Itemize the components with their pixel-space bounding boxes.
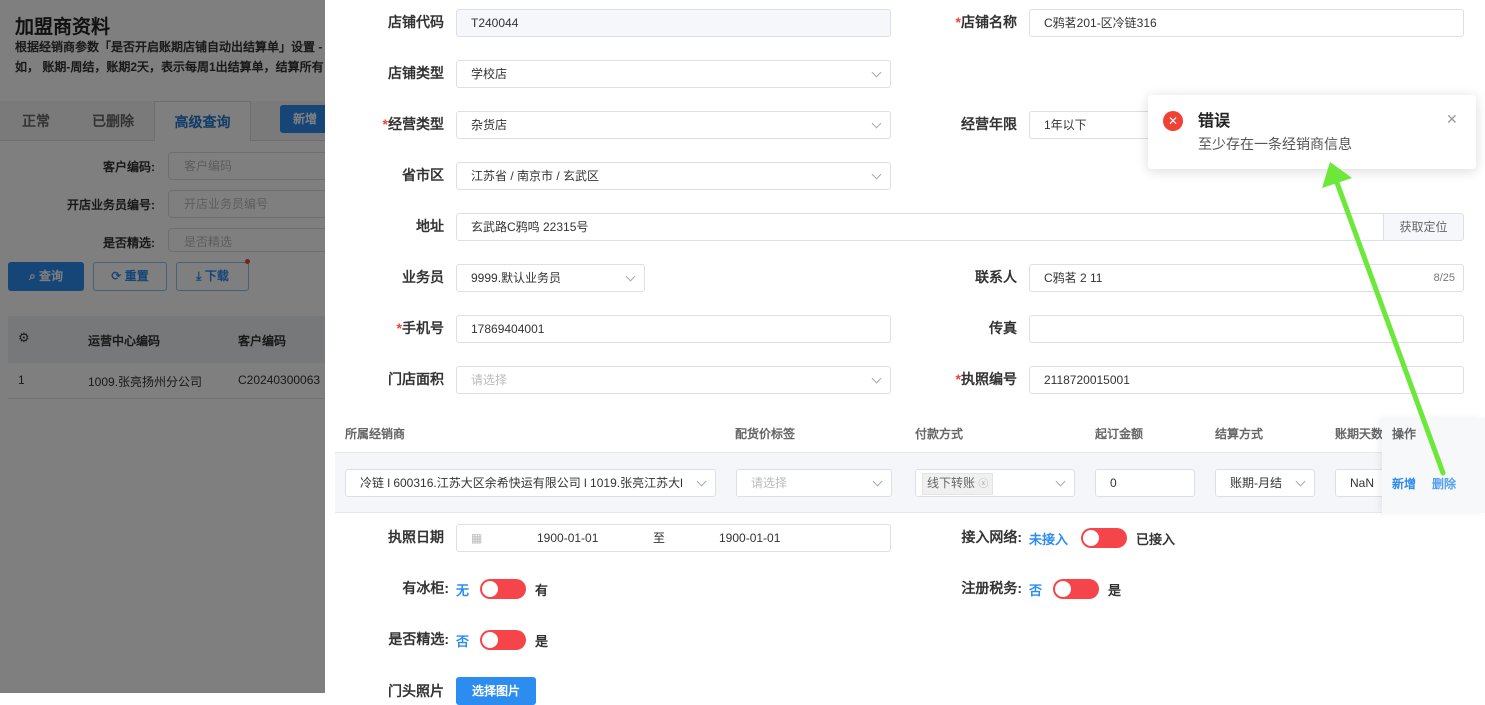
calendar-icon: ▦	[471, 531, 483, 545]
area-placeholder: 请选择	[471, 373, 508, 387]
network-label: 接入网络:	[961, 529, 1022, 545]
close-icon[interactable]: ✕	[1446, 111, 1458, 128]
salesman-value: 9999.默认业务员	[471, 271, 562, 285]
price-tag-placeholder: 请选择	[751, 476, 788, 490]
tax-label: 注册税务:	[961, 580, 1022, 596]
salesman-select[interactable]: 9999.默认业务员	[456, 264, 645, 292]
region-cascader[interactable]: 江苏省 / 南京市 / 玄武区	[456, 162, 891, 190]
column-header: 配货价标签	[735, 427, 796, 441]
business-type-value: 杂货店	[471, 118, 508, 132]
tax-switch[interactable]	[1053, 579, 1099, 599]
fridge-label: 有冰柜:	[402, 580, 449, 596]
add-dealer-link[interactable]: 新增	[1392, 475, 1416, 492]
date-separator: 至	[653, 531, 666, 545]
dealer-row: 冷链 l 600316.江苏大区余希快运有限公司 l 1019.张亮江苏大l 请…	[335, 452, 1485, 513]
network-off-label: 未接入	[1029, 532, 1069, 547]
fax-label: 传真	[989, 320, 1017, 336]
store-code-input[interactable]: T240044	[456, 9, 891, 37]
salesman-label: 业务员	[402, 269, 444, 285]
fridge-switch[interactable]	[480, 579, 526, 599]
business-years-label: 经营年限	[961, 116, 1017, 132]
column-header: 所属经销商	[345, 427, 406, 441]
network-on-label: 已接入	[1136, 532, 1176, 547]
store-code-label: 店铺代码	[388, 14, 444, 30]
chevron-down-icon	[1295, 476, 1306, 487]
area-label: 门店面积	[388, 371, 444, 387]
address-label: 地址	[416, 218, 444, 234]
payment-tag: 线下转账 ⓧ	[922, 473, 994, 495]
settlement-select[interactable]: 账期-月结	[1215, 469, 1315, 497]
choose-image-button[interactable]: 选择图片	[456, 677, 536, 705]
phone-label: 手机号	[304, 314, 444, 342]
chevron-down-icon	[1055, 476, 1066, 487]
chevron-down-icon	[872, 476, 883, 487]
featured-label: 是否精选:	[388, 631, 449, 647]
price-tag-select[interactable]: 请选择	[736, 469, 892, 497]
tax-off-label: 否	[1029, 583, 1043, 598]
business-type-select[interactable]: 杂货店	[456, 111, 891, 139]
region-label: 省市区	[402, 167, 444, 183]
column-header: 付款方式	[915, 427, 964, 441]
error-icon: ✕	[1163, 111, 1183, 131]
fax-input[interactable]	[1029, 315, 1464, 343]
dealer-select[interactable]: 冷链 l 600316.江苏大区余希快运有限公司 l 1019.张亮江苏大l	[345, 469, 716, 497]
min-amount-input[interactable]: 0	[1095, 469, 1195, 497]
char-count: 8/25	[1433, 272, 1455, 284]
delete-dealer-link[interactable]: 删除	[1432, 475, 1456, 492]
modal-mask[interactable]	[0, 0, 330, 693]
fridge-on-label: 有	[535, 583, 549, 598]
contact-label: 联系人	[975, 269, 1017, 285]
chevron-down-icon	[696, 476, 707, 487]
fridge-off-label: 无	[456, 583, 470, 598]
column-header: 操作	[1392, 427, 1417, 441]
payment-tag-label: 线下转账	[927, 476, 976, 490]
address-input[interactable]: 玄武路C鸦鸣 22315号	[456, 213, 1384, 241]
photo-label: 门头照片	[388, 683, 444, 699]
column-header: 结算方式	[1215, 427, 1264, 441]
date-end: 1900-01-01	[719, 531, 781, 545]
error-notification: ✕ 错误 至少存在一条经销商信息 ✕	[1148, 95, 1476, 169]
license-no-label: 执照编号	[877, 365, 1017, 393]
dealer-value: 冷链 l 600316.江苏大区余希快运有限公司 l 1019.张亮江苏大l	[360, 476, 683, 490]
notification-title: 错误	[1198, 113, 1231, 130]
chevron-down-icon	[871, 169, 882, 180]
featured-off-label: 否	[456, 634, 470, 649]
column-header: 起订金额	[1095, 427, 1144, 441]
contact-value: C鸦茗 2 11	[1044, 271, 1103, 285]
area-select[interactable]: 请选择	[456, 366, 891, 394]
store-type-value: 学校店	[471, 67, 508, 81]
chevron-down-icon	[625, 271, 636, 282]
chevron-down-icon	[871, 67, 882, 78]
column-header: 账期天数	[1335, 427, 1383, 441]
license-date-range[interactable]: ▦ 1900-01-01 至 1900-01-01	[456, 524, 891, 552]
get-location-button[interactable]: 获取定位	[1383, 213, 1464, 241]
contact-input[interactable]: C鸦茗 2 11 8/25	[1029, 264, 1464, 292]
region-value: 江苏省 / 南京市 / 玄武区	[471, 169, 600, 183]
business-type-label: 经营类型	[304, 110, 444, 138]
close-icon[interactable]: ⓧ	[978, 479, 988, 490]
fixed-action-column: 操作 新增 删除	[1382, 418, 1485, 513]
store-type-label: 店铺类型	[388, 65, 444, 81]
payment-select[interactable]: 线下转账 ⓧ	[915, 469, 1075, 497]
store-name-input[interactable]: C鸦茗201-区冷链316	[1029, 9, 1464, 37]
store-name-label: 店铺名称	[877, 8, 1017, 36]
store-type-select[interactable]: 学校店	[456, 60, 891, 88]
notification-message: 至少存在一条经销商信息	[1198, 136, 1352, 152]
settlement-value: 账期-月结	[1230, 476, 1282, 490]
tax-on-label: 是	[1108, 583, 1122, 598]
license-no-input[interactable]: 2118720015001	[1029, 366, 1464, 394]
network-switch[interactable]	[1081, 528, 1127, 548]
featured-on-label: 是	[535, 634, 549, 649]
date-start: 1900-01-01	[537, 531, 599, 545]
featured-switch[interactable]	[480, 630, 526, 650]
phone-input[interactable]: 17869404001	[456, 315, 891, 343]
license-date-label: 执照日期	[388, 529, 444, 545]
